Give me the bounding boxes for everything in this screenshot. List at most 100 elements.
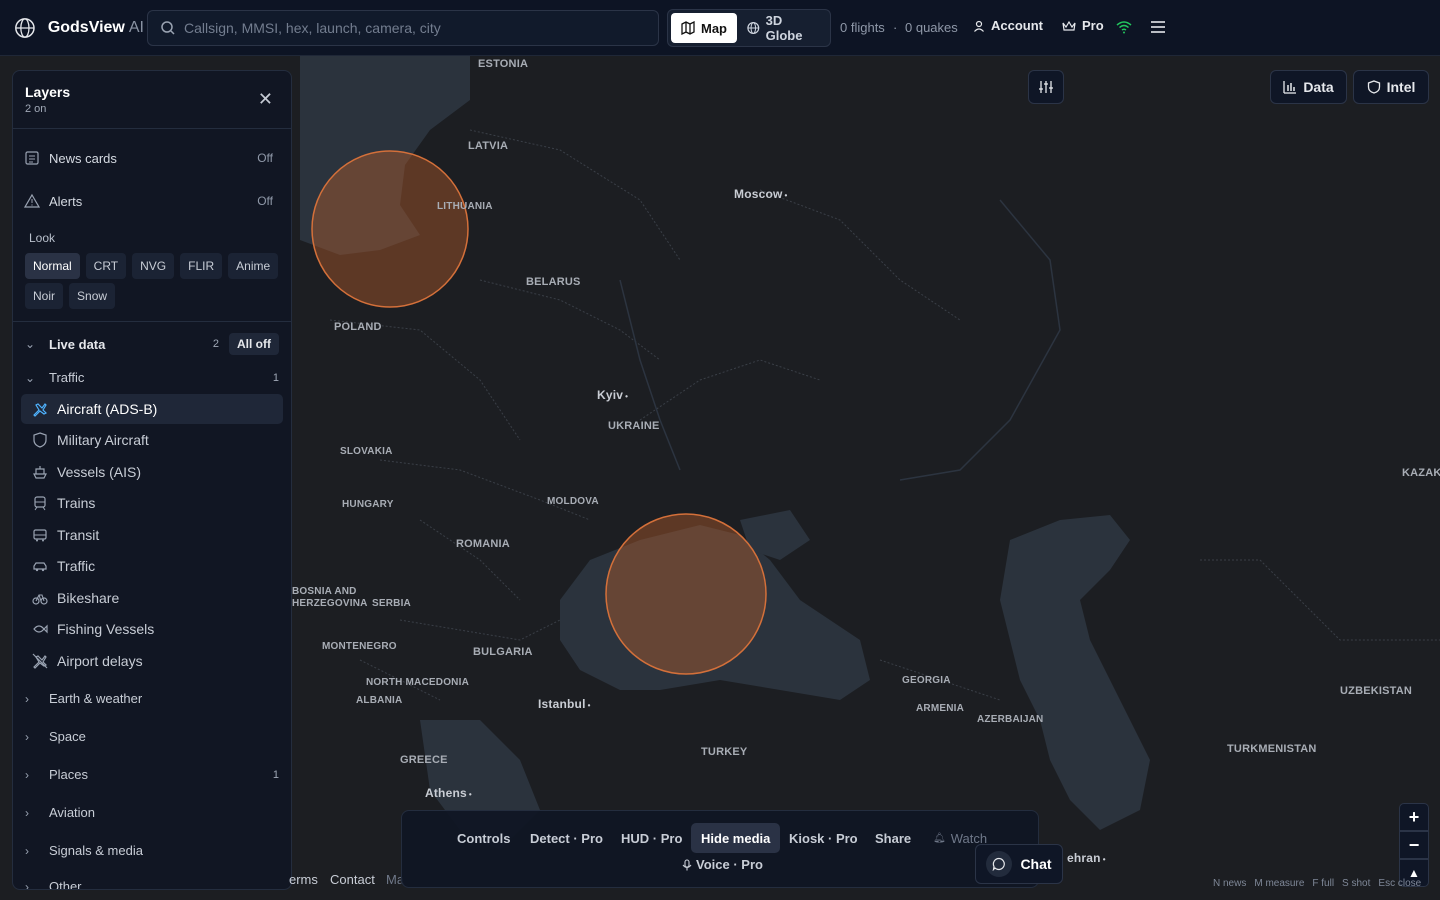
stats-separator: · [893,20,898,35]
news-cards-state: Off [257,151,273,165]
microphone-icon [682,858,692,870]
search-input[interactable] [184,20,644,36]
live-data-section[interactable]: ⌄ Live data 2 All off [25,333,279,355]
voice-label: Voice · Pro [696,857,763,872]
globe-icon [747,22,760,34]
layer-aircraft[interactable]: Aircraft (ADS-B) [21,394,283,424]
quakes-count: 0 quakes [905,20,958,35]
flights-count: 0 flights [840,20,885,35]
map-label-montenegro: MONTENEGRO [322,641,397,652]
intel-button[interactable]: Intel [1353,70,1429,104]
group-places[interactable]: › Places 1 [25,767,279,782]
group-earth-weather[interactable]: › Earth & weather [25,691,279,706]
group-label: Places [49,767,89,782]
layer-label: Military Aircraft [57,432,149,448]
detect-pro-button[interactable]: Detect · Pro [520,823,613,853]
look-flir[interactable]: FLIR [180,253,223,279]
globe-view-label: 3D Globe [765,13,803,43]
layer-military-aircraft[interactable]: Military Aircraft [21,425,283,455]
hud-pro-button[interactable]: HUD · Pro [611,823,692,853]
zoom-in-button[interactable]: + [1399,803,1429,831]
traffic-group[interactable]: ⌄ Traffic 1 [25,370,279,385]
look-snow[interactable]: Snow [69,283,116,309]
news-cards-toggle[interactable]: News cards Off [23,149,281,167]
layer-fishing-vessels[interactable]: Fishing Vessels [21,614,283,644]
shield-icon [1367,80,1380,94]
voice-pro-button[interactable]: Voice · Pro [682,857,763,872]
footer-terms-link[interactable]: erms [289,872,318,887]
map-label-estonia: ESTONIA [478,58,529,70]
all-off-button[interactable]: All off [229,333,279,355]
kiosk-pro-button[interactable]: Kiosk · Pro [779,823,868,853]
map-label-uzbekistan: UZBEKISTAN [1340,685,1413,697]
alerts-toggle[interactable]: Alerts Off [23,192,281,210]
layer-airport-delays[interactable]: Airport delays [21,646,283,676]
account-label: Account [991,18,1043,33]
group-label: Space [49,729,86,744]
look-nvg[interactable]: NVG [132,253,175,279]
look-crt[interactable]: CRT [85,253,127,279]
map-city-tehran[interactable]: ehran [1067,851,1106,865]
crown-icon [1062,20,1076,31]
warning-icon [23,192,41,210]
wifi-icon [1116,21,1132,34]
layer-label: Airport delays [57,653,143,669]
layers-subtitle: 2 on [25,103,47,115]
layer-label: Traffic [57,558,96,574]
data-button[interactable]: Data [1270,70,1347,104]
data-button-label: Data [1303,79,1334,95]
map-label-north-macedonia: NORTH MACEDONIA [366,677,469,688]
map-city-kyiv[interactable]: Kyiv [597,388,628,402]
map-label-latvia: LATVIA [468,140,509,152]
plane-icon [31,400,49,418]
menu-icon[interactable] [1150,20,1166,34]
look-noir[interactable]: Noir [25,283,64,309]
zoom-out-button[interactable]: − [1399,831,1429,859]
bus-icon [31,526,49,544]
intel-button-label: Intel [1386,79,1416,95]
group-other[interactable]: › Other [25,879,279,889]
layers-panel: Layers 2 on ✕ News cards Off Alerts Off … [12,70,292,890]
brand[interactable]: GodsView AI [14,16,144,40]
layer-transit[interactable]: Transit [21,520,283,550]
map-label-georgia: GEORGIA [902,675,951,686]
map-settings-button[interactable] [1028,70,1064,104]
group-space[interactable]: › Space [25,729,279,744]
layer-bikeshare[interactable]: Bikeshare [21,583,283,613]
map-label-poland: POLAND [334,321,382,333]
group-label: Aviation [49,805,96,820]
layer-trains[interactable]: Trains [21,488,283,518]
map-label-azerbaijan: AZERBAIJAN [977,714,1044,725]
chat-bubble-icon [986,851,1013,877]
search-box[interactable] [147,10,659,46]
layer-traffic[interactable]: Traffic [21,551,283,581]
map-view-label: Map [701,20,727,36]
look-anime[interactable]: Anime [228,253,279,279]
bell-icon: 🔔︎ [933,832,946,844]
share-button[interactable]: Share [865,823,921,853]
group-aviation[interactable]: › Aviation [25,805,279,820]
hint-full: F full [1312,878,1335,889]
live-data-count: 2 [212,338,219,350]
keyboard-hints: N news M measure F full S shot Esc close [1213,878,1421,889]
chat-button[interactable]: Chat [975,844,1063,884]
map-city-istanbul[interactable]: Istanbul [538,697,591,711]
footer-contact-link[interactable]: Contact [330,872,375,887]
group-signals-media[interactable]: › Signals & media [25,843,279,858]
ship-icon [31,463,49,481]
layer-vessels[interactable]: Vessels (AIS) [21,457,283,487]
account-button[interactable]: Account [973,18,1043,33]
pro-button[interactable]: Pro [1062,18,1104,33]
controls-button[interactable]: Controls [447,823,520,853]
globe-view-button[interactable]: 3D Globe [737,13,827,43]
hide-media-button[interactable]: Hide media [691,823,781,853]
map-city-athens[interactable]: Athens [425,786,472,800]
pro-label: Pro [1082,18,1104,33]
map-view-button[interactable]: Map [671,13,737,43]
look-normal[interactable]: Normal [25,253,80,279]
close-icon[interactable]: ✕ [258,89,273,110]
map-label-albania: ALBANIA [356,695,403,706]
chevron-right-icon: › [25,767,29,782]
fish-icon [31,620,49,638]
map-city-moscow[interactable]: Moscow [734,187,788,201]
